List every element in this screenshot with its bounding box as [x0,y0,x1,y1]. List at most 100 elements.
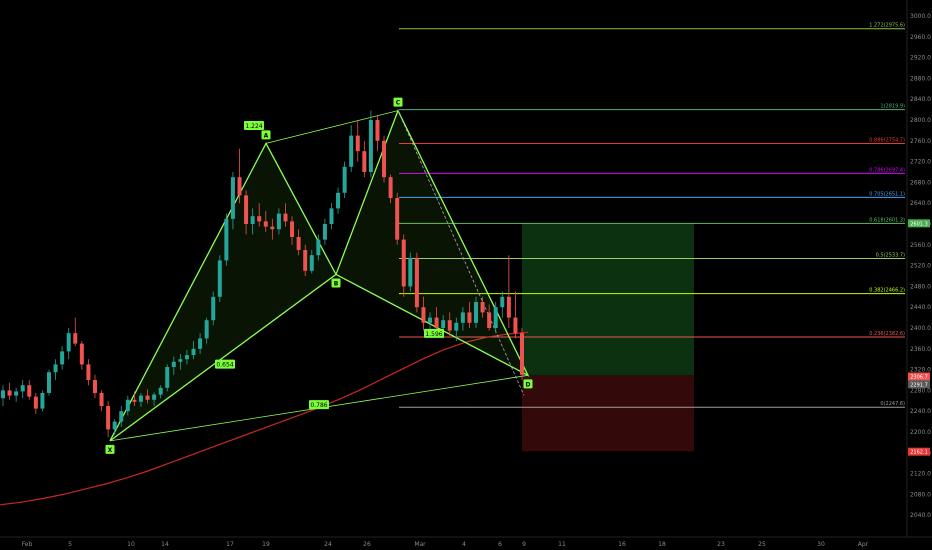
price-tick-label: 2400.0 [910,325,931,332]
candle-body [119,411,124,422]
candle-body [290,221,295,237]
candle-body [145,395,150,400]
candle-body [184,355,189,360]
candle-body [40,393,45,409]
candle-body [106,406,111,430]
point-label: D [526,381,531,388]
time-tick-label: 17 [226,541,234,548]
candle-body [500,296,505,308]
candle-body [447,320,452,331]
pattern-xab-triangle[interactable] [109,142,337,442]
point-label: X [108,447,113,454]
candle-body [7,390,12,396]
time-tick-label: Mar [414,541,426,548]
candle-body [14,391,19,396]
time-tick-label: 6 [498,541,502,548]
candle-body [165,367,170,388]
candle-body [506,296,511,318]
price-tick-label: 3000.0 [910,13,931,20]
ratio-label: 1.596 [425,331,442,338]
ratio-label: 0.654 [216,362,233,369]
candle-body [60,351,65,365]
candle-body [276,213,281,230]
time-tick-label: 16 [618,541,626,548]
candle-body [217,260,222,297]
price-tick-label: 2480.0 [910,283,931,290]
time-tick-label: 4 [462,541,466,548]
candle-body [454,322,459,331]
candle-body [467,312,472,323]
price-tick-label: 2280.0 [910,387,931,394]
ratio-label: 1.224 [245,123,262,130]
candle-body [27,385,32,397]
fib-level-label: 0.5(2533.7) [876,252,905,258]
candle-body [309,255,314,271]
candle-body [487,312,492,328]
price-tick-label: 2520.0 [910,263,931,270]
candle-body [73,333,78,344]
fib-level-label: 0.786(2697.4) [869,167,905,173]
price-tick-label: 2360.0 [910,346,931,353]
price-tick-label: 2040.0 [910,512,931,519]
price-badge-label: 2306.7 [910,375,928,381]
candle-body [368,120,373,172]
profit-zone[interactable] [522,223,694,376]
time-tick-label: 19 [262,541,270,548]
candle-body [316,239,321,256]
candle-body [125,399,130,412]
candle-body [112,421,117,430]
candle-body [171,361,176,367]
candle-body [434,317,439,328]
price-badge-label: 2291.7 [910,382,928,388]
candle-body [421,307,426,323]
fib-level-label: 0.705(2651.1) [869,191,905,197]
price-tick-label: 2720.0 [910,159,931,166]
price-tick-label: 2640.0 [910,200,931,207]
fib-level-label: 0.382(2466.2) [869,288,905,294]
fib-level-label: 1(2819.9) [880,104,905,110]
candle-body [263,221,268,227]
fib-level-label: 0.236(2382.6) [869,331,905,337]
candle-body [329,208,334,224]
point-label: B [334,280,339,287]
candle-body [33,396,38,409]
candle-body [296,237,301,250]
candle-body [395,198,400,240]
price-tick-label: 2440.0 [910,304,931,311]
moving-average-line [0,331,529,506]
candle-body [230,177,235,219]
candle-body [191,348,196,356]
candle-body [66,333,71,352]
candlestick-chart[interactable]: 1.272(2975.6) 1(2819.9) 0.886(2754.7) 0.786… [0,0,932,550]
candle-body [401,239,406,287]
candle-body [158,387,163,395]
candle-body [382,140,387,178]
price-tick-label: 2080.0 [910,491,931,498]
fib-level-label: 0.618(2601.3) [869,217,905,223]
price-badge-label: 2162.1 [910,450,928,456]
candle-body [20,385,25,392]
candle-body [224,218,229,261]
price-badge-label: 2601.3 [910,221,928,227]
candle-body [408,257,413,287]
candle-body [152,394,157,400]
moving-average [0,331,529,506]
candle-body [53,364,58,373]
price-badges: 2601.3 2306.72291.7 2162.1 [908,219,930,456]
candle-body [257,216,262,222]
time-tick-label: 5 [68,541,72,548]
candle-body [362,151,367,172]
candle-body [480,302,485,313]
price-axis: 3000.0 2960.0 2920.0 2880.0 2840.0 2800.0 2760… [906,0,931,537]
price-tick-label: 2560.0 [910,242,931,249]
price-tick-label: 2760.0 [910,138,931,145]
candle-body [375,120,380,141]
time-tick-label: 30 [817,541,825,548]
harmonic-pattern[interactable] [109,109,530,442]
candle-body [204,320,209,339]
time-tick-label: 24 [324,541,332,548]
price-tick-label: 2120.0 [910,471,931,478]
candle-body [493,307,498,328]
candle-body [520,333,524,375]
loss-zone[interactable] [522,375,694,452]
